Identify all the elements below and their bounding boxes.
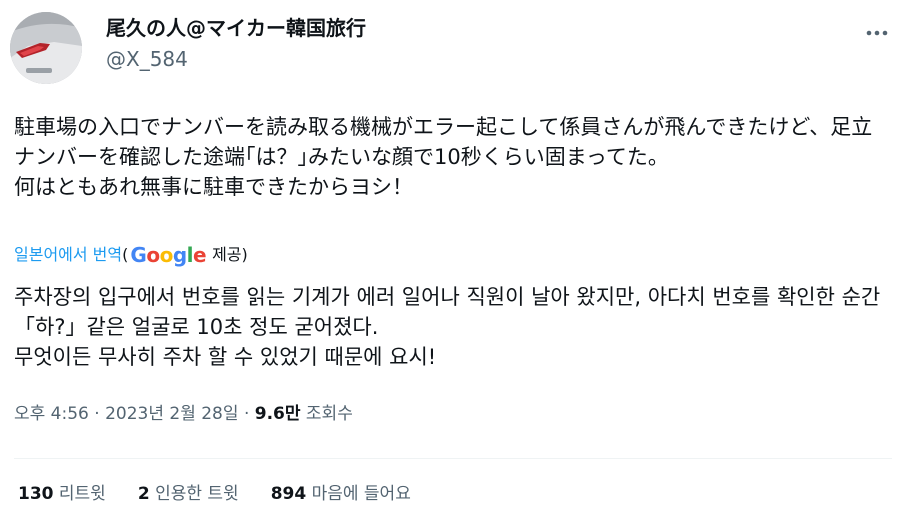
tweet-date[interactable]: 2023년 2월 28일 bbox=[105, 404, 238, 424]
meta-separator: · bbox=[243, 404, 250, 424]
retweets-count: 130 bbox=[18, 484, 54, 504]
more-horizontal-icon bbox=[866, 30, 888, 36]
quotes-stat[interactable]: 2 인용한 트윗 bbox=[138, 482, 239, 506]
more-options-button[interactable] bbox=[862, 18, 892, 48]
likes-label: 마음에 들어요 bbox=[311, 484, 411, 504]
views-count: 9.6만 bbox=[254, 404, 301, 424]
tweet-text: 駐車場の入口でナンバーを読み取る機械がエラー起こして係員さんが飛んできたけど、足… bbox=[14, 115, 873, 199]
google-logo-letter: e bbox=[193, 243, 207, 267]
google-logo-letter: o bbox=[159, 243, 174, 267]
likes-stat[interactable]: 894 마음에 들어요 bbox=[271, 482, 411, 506]
engagement-stats: 130 리트윗 2 인용한 트윗 894 마음에 들어요 bbox=[18, 482, 411, 506]
translated-text: 주차장의 입구에서 번호를 읽는 기계가 에러 일어나 직원이 날아 왔지만, … bbox=[14, 285, 881, 369]
provider-suffix: 제공) bbox=[212, 245, 248, 264]
translation-attribution: 일본어에서 번역 ( Google 제공) bbox=[14, 242, 248, 268]
author-handle[interactable]: @X_584 bbox=[106, 44, 366, 74]
retweets-label: 리트윗 bbox=[58, 484, 106, 504]
retweets-stat[interactable]: 130 리트윗 bbox=[18, 482, 106, 506]
google-logo-letter: G bbox=[130, 243, 147, 267]
meta-separator: · bbox=[94, 404, 100, 424]
quotes-count: 2 bbox=[137, 484, 150, 504]
likes-count: 894 bbox=[270, 484, 307, 504]
tweet-meta: 오후 4:56 · 2023년 2월 28일 · 9.6만 조회수 bbox=[14, 402, 353, 426]
tweet-time[interactable]: 오후 4:56 bbox=[14, 404, 89, 424]
google-logo-letter: g bbox=[172, 243, 187, 267]
author-display-name[interactable]: 尾久の人@マイカー韓国旅行 bbox=[106, 14, 366, 42]
author-block: 尾久の人@マイカー韓国旅行 @X_584 bbox=[106, 14, 366, 74]
avatar[interactable] bbox=[10, 12, 82, 84]
car-photo-icon bbox=[10, 12, 82, 84]
quotes-label: 인용한 트윗 bbox=[155, 484, 239, 504]
open-paren: ( bbox=[122, 245, 129, 264]
translate-link[interactable]: 일본어에서 번역 bbox=[14, 242, 122, 268]
google-logo-icon: Google bbox=[130, 242, 206, 268]
google-logo-letter: o bbox=[146, 243, 160, 267]
views-label: 조회수 bbox=[305, 404, 353, 424]
divider bbox=[14, 458, 892, 459]
